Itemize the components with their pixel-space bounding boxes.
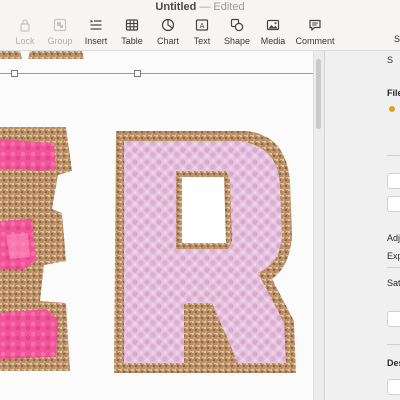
document-canvas[interactable] <box>0 51 313 400</box>
exposure-label: Exp <box>387 251 400 261</box>
inspector-field[interactable] <box>387 173 400 189</box>
glitter-fragment <box>28 51 84 59</box>
file-section-label: File <box>387 88 400 98</box>
letter-e-pink-fill <box>0 139 56 171</box>
inspector-divider <box>387 267 400 268</box>
description-section-label: Des <box>387 358 400 368</box>
letter-r-counter <box>182 177 226 243</box>
letter-e-highlight <box>6 233 30 259</box>
file-status-icon <box>389 106 395 112</box>
comment-label: Comment <box>295 36 335 46</box>
table-icon <box>125 19 139 31</box>
svg-text:A: A <box>200 23 205 30</box>
inspector-tab[interactable]: S <box>387 55 393 65</box>
document-name: Untitled <box>155 1 197 13</box>
glitter-fragment <box>0 51 22 59</box>
media-button[interactable]: Media <box>249 18 297 48</box>
adjust-section-label: Adj <box>387 233 400 243</box>
insert-icon <box>90 19 102 30</box>
media-icon <box>266 19 280 31</box>
selection-handle[interactable] <box>11 70 18 77</box>
text-icon: A <box>195 19 209 31</box>
document-title: Untitled — Edited <box>0 1 400 14</box>
comment-button[interactable]: Comment <box>291 18 339 48</box>
shape-icon <box>230 18 244 32</box>
chart-icon <box>161 18 175 32</box>
inspector-field[interactable] <box>387 311 400 327</box>
saturation-label: Sat <box>387 278 400 288</box>
chenille-letters-image[interactable] <box>0 51 313 400</box>
inspector-divider <box>387 155 400 156</box>
selection-handle[interactable] <box>134 70 141 77</box>
document-status: Edited <box>213 1 245 13</box>
letter-e-pink-fill <box>0 309 58 359</box>
title-separator: — <box>199 1 211 13</box>
toolbar: Untitled — Edited Lock Group Insert Table … <box>0 0 400 51</box>
format-inspector: S File Adj Exp Sat Des <box>324 51 400 400</box>
lock-icon <box>20 19 30 32</box>
description-field[interactable] <box>387 379 400 395</box>
group-icon <box>53 18 67 32</box>
media-label: Media <box>260 36 286 46</box>
scrollbar-thumb[interactable] <box>316 59 321 129</box>
toolbar-cut-label: S <box>394 34 400 44</box>
selection-guide <box>0 73 313 74</box>
vertical-scrollbar[interactable] <box>313 51 324 400</box>
inspector-divider <box>387 344 400 345</box>
comment-icon <box>309 19 321 31</box>
inspector-field[interactable] <box>387 196 400 212</box>
